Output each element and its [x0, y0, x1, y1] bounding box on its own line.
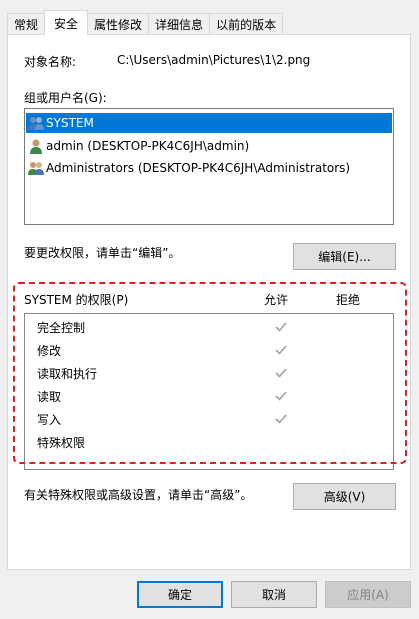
tab-security[interactable]: 安全 — [44, 10, 89, 35]
users-group-icon — [28, 115, 44, 131]
security-panel: 对象名称: C:\Users\admin\Pictures\1\2.png 组或… — [7, 34, 411, 570]
check-icon — [275, 322, 287, 332]
permission-row: 完全控制 — [37, 317, 85, 337]
tab-bar: 常规 安全 属性修改 详细信息 以前的版本 — [7, 10, 284, 35]
advanced-button[interactable]: 高级(V) — [293, 483, 396, 510]
object-name-value: C:\Users\admin\Pictures\1\2.png — [117, 53, 311, 67]
object-name-label: 对象名称: — [24, 55, 77, 69]
list-item-label: Administrators (DESKTOP-PK4C6JH\Administ… — [46, 161, 351, 175]
tab-general[interactable]: 常规 — [7, 13, 46, 34]
list-item-administrators[interactable]: Administrators (DESKTOP-PK4C6JH\Administ… — [26, 158, 350, 178]
tab-details[interactable]: 详细信息 — [148, 13, 211, 34]
list-item-label: SYSTEM — [46, 116, 94, 130]
deny-column-header: 拒绝 — [336, 293, 361, 307]
group-or-user-label: 组或用户名(G): — [24, 91, 107, 105]
check-icon — [275, 391, 287, 401]
check-icon — [275, 368, 287, 378]
ok-button[interactable]: 确定 — [137, 581, 223, 608]
user-listbox[interactable]: SYSTEM admin (DESKTOP-PK4C6JH\admin) Adm… — [24, 108, 394, 225]
permission-name: 读取 — [37, 389, 62, 404]
cancel-button[interactable]: 取消 — [231, 581, 317, 608]
user-icon — [28, 138, 44, 154]
list-item-label: admin (DESKTOP-PK4C6JH\admin) — [46, 139, 250, 153]
permission-row: 读取 — [37, 386, 61, 406]
permission-name: 完全控制 — [37, 320, 86, 335]
list-item-admin[interactable]: admin (DESKTOP-PK4C6JH\admin) — [26, 136, 249, 156]
permission-row: 读取和执行 — [37, 363, 97, 383]
list-item-system[interactable]: SYSTEM — [26, 113, 392, 133]
permission-name: 修改 — [37, 343, 62, 358]
permission-row: 特殊权限 — [37, 432, 85, 452]
advanced-hint: 有关特殊权限或高级设置，请单击“高级”。 — [24, 488, 253, 502]
apply-button[interactable]: 应用(A) — [325, 581, 411, 608]
permission-name: 写入 — [37, 412, 62, 427]
permission-name: 特殊权限 — [37, 435, 86, 450]
permission-row: 修改 — [37, 340, 61, 360]
permission-row: 写入 — [37, 409, 61, 429]
allow-column-header: 允许 — [264, 293, 289, 307]
check-icon — [275, 414, 287, 424]
permission-name: 读取和执行 — [37, 366, 98, 381]
permissions-header: SYSTEM 的权限(P) — [24, 293, 129, 307]
edit-button[interactable]: 编辑(E)... — [293, 243, 396, 270]
users-group-icon — [28, 160, 44, 176]
tab-previous-versions[interactable]: 以前的版本 — [209, 13, 284, 34]
change-permissions-hint: 要更改权限，请单击“编辑”。 — [24, 246, 181, 260]
check-icon — [275, 345, 287, 355]
permissions-list[interactable]: 完全控制 修改 读取和执行 读取 写入 特殊权限 — [24, 313, 394, 470]
tab-attribute-modify[interactable]: 属性修改 — [87, 13, 150, 34]
